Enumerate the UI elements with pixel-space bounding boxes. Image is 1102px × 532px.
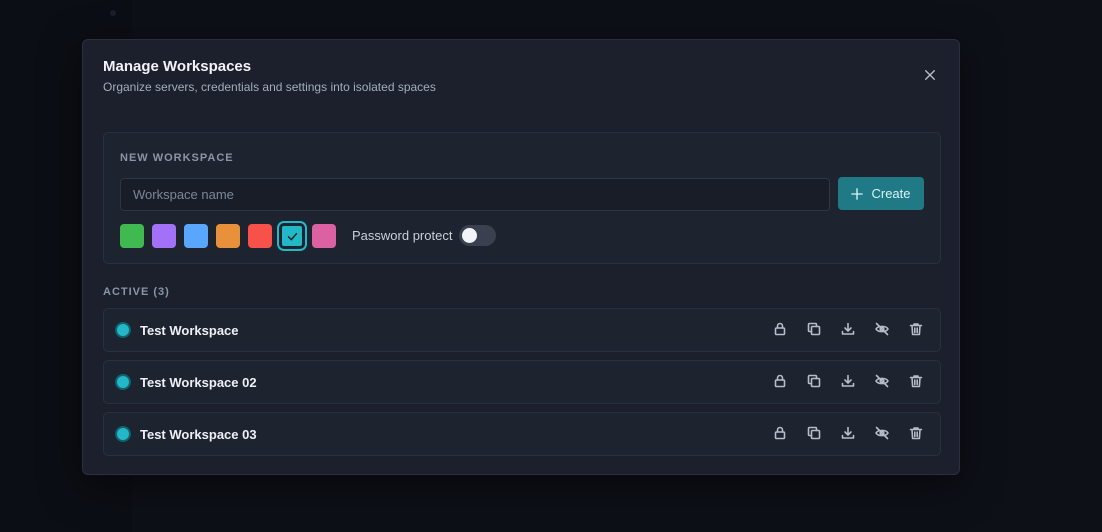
eye-off-icon: [875, 322, 889, 336]
download-button[interactable]: [840, 373, 856, 389]
eye-off-icon: [875, 426, 889, 440]
download-icon: [841, 374, 855, 387]
plus-icon: [851, 187, 864, 200]
active-workspaces-label: ACTIVE (3): [103, 286, 170, 298]
duplicate-button[interactable]: [806, 321, 822, 337]
workspace-name: Test Workspace: [140, 323, 239, 338]
color-swatch-purple[interactable]: [152, 224, 176, 248]
color-swatch-teal[interactable]: [277, 221, 307, 251]
download-icon: [841, 426, 855, 439]
delete-button[interactable]: [908, 425, 924, 441]
workspace-name: Test Workspace 03: [140, 427, 257, 442]
workspace-row[interactable]: Test Workspace 03: [103, 412, 941, 456]
lock-icon: [774, 322, 786, 336]
lock-icon: [774, 374, 786, 388]
hide-button[interactable]: [874, 425, 890, 441]
dialog-subtitle: Organize servers, credentials and settin…: [103, 80, 436, 94]
create-button-label: Create: [871, 186, 911, 201]
lock-button[interactable]: [772, 425, 788, 441]
close-icon: [925, 70, 935, 80]
toggle-knob: [462, 228, 477, 243]
duplicate-button[interactable]: [806, 425, 822, 441]
backdrop-dot: [110, 10, 116, 16]
color-swatch-orange[interactable]: [216, 224, 240, 248]
workspace-name: Test Workspace 02: [140, 375, 257, 390]
download-button[interactable]: [840, 321, 856, 337]
color-swatch-pink[interactable]: [312, 224, 336, 248]
workspace-row[interactable]: Test Workspace: [103, 308, 941, 352]
hide-button[interactable]: [874, 373, 890, 389]
download-button[interactable]: [840, 425, 856, 441]
eye-off-icon: [875, 374, 889, 388]
workspace-actions: [772, 373, 924, 389]
lock-icon: [774, 426, 786, 440]
workspace-color-dot: [117, 376, 129, 388]
delete-button[interactable]: [908, 373, 924, 389]
trash-icon: [909, 375, 923, 388]
trash-icon: [909, 323, 923, 336]
password-protect-toggle[interactable]: [459, 225, 496, 246]
duplicate-icon: [807, 322, 821, 336]
manage-workspaces-dialog: Manage Workspaces Organize servers, cred…: [82, 39, 960, 475]
create-button[interactable]: Create: [838, 177, 924, 210]
workspace-row[interactable]: Test Workspace 02: [103, 360, 941, 404]
workspace-actions: [772, 425, 924, 441]
dialog-title: Manage Workspaces: [103, 58, 252, 75]
color-picker: [120, 221, 336, 251]
duplicate-icon: [807, 374, 821, 388]
new-workspace-card: NEW WORKSPACE Create Password protect: [103, 132, 941, 264]
workspace-actions: [772, 321, 924, 337]
duplicate-icon: [807, 426, 821, 440]
lock-button[interactable]: [772, 321, 788, 337]
color-swatch-green[interactable]: [120, 224, 144, 248]
workspace-color-dot: [117, 324, 129, 336]
trash-icon: [909, 427, 923, 440]
check-icon: [287, 232, 297, 240]
workspace-name-input[interactable]: [120, 178, 830, 211]
lock-button[interactable]: [772, 373, 788, 389]
color-swatch-blue[interactable]: [184, 224, 208, 248]
delete-button[interactable]: [908, 321, 924, 337]
duplicate-button[interactable]: [806, 373, 822, 389]
hide-button[interactable]: [874, 321, 890, 337]
workspace-color-dot: [117, 428, 129, 440]
workspace-list: Test Workspace Test Workspace 02 Test Wo…: [103, 308, 941, 456]
new-workspace-label: NEW WORKSPACE: [120, 152, 234, 164]
close-button[interactable]: [921, 66, 939, 84]
color-swatch-red[interactable]: [248, 224, 272, 248]
download-icon: [841, 322, 855, 335]
password-protect-label: Password protect: [352, 228, 453, 243]
